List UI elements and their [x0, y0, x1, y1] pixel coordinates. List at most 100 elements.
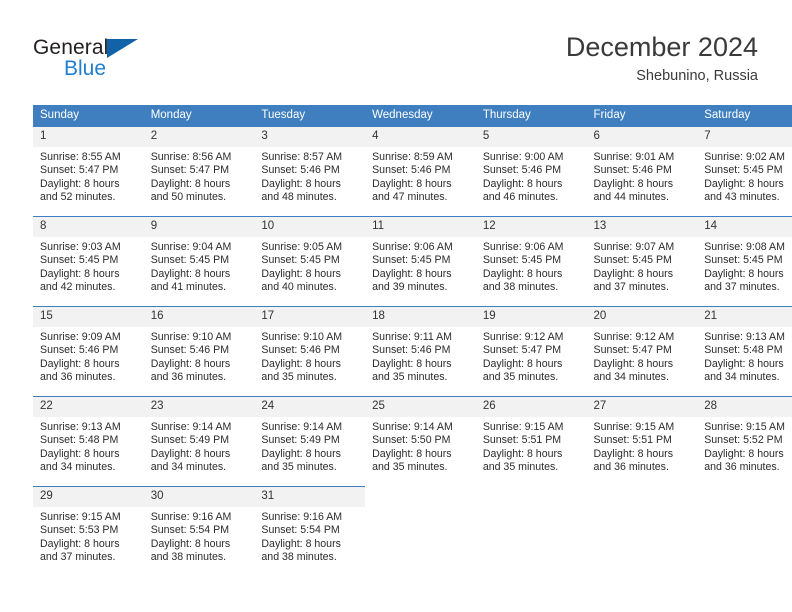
daylight-duration-line1: Daylight: 8 hours	[482, 267, 563, 280]
sunset-time: Sunset: 5:54 PM	[150, 524, 230, 537]
calendar-day-cell-empty	[697, 486, 792, 567]
calendar-day-cell[interactable]: 31 Sunrise: 9:16 AM Sunset: 5:54 PM Dayligh…	[254, 486, 366, 567]
daylight-duration-line2: and 37 minutes.	[593, 280, 669, 293]
calendar-week-row: 22 Sunrise: 9:13 AM Sunset: 5:48 PM Dayligh…	[33, 396, 792, 477]
sunrise-time: Sunrise: 9:15 AM	[482, 421, 564, 433]
calendar-day-cell[interactable]: 11 Sunrise: 9:06 AM Sunset: 5:45 PM Dayligh…	[365, 216, 476, 297]
sunrise-time: Sunrise: 8:55 AM	[40, 151, 121, 163]
calendar-day-cell[interactable]: 28 Sunrise: 9:15 AM Sunset: 5:52 PM Dayligh…	[697, 396, 792, 477]
calendar-day-cell[interactable]: 26 Sunrise: 9:15 AM Sunset: 5:51 PM Dayligh…	[475, 396, 587, 477]
calendar-day-cell[interactable]: 12 Sunrise: 9:06 AM Sunset: 5:45 PM Dayligh…	[475, 216, 587, 297]
day-number: 14	[697, 217, 792, 237]
calendar-day-cell[interactable]: 17 Sunrise: 9:10 AM Sunset: 5:46 PM Dayligh…	[254, 306, 366, 387]
day-details: Sunrise: 9:16 AM Sunset: 5:54 PM Daylight:…	[254, 507, 365, 564]
weekday-header-friday: Friday	[586, 105, 698, 127]
daylight-duration-line2: and 50 minutes.	[150, 190, 227, 203]
calendar-day-cell[interactable]: 7 Sunrise: 9:02 AM Sunset: 5:45 PM Daylight…	[697, 126, 792, 207]
daylight-duration-line1: Daylight: 8 hours	[372, 447, 452, 460]
page-header: General Blue December 2024 Shebunino, Ru…	[0, 0, 792, 100]
calendar-day-cell[interactable]: 6 Sunrise: 9:01 AM Sunset: 5:46 PM Daylight…	[586, 126, 698, 207]
calendar-day-cell[interactable]: 21 Sunrise: 9:13 AM Sunset: 5:48 PM Dayligh…	[697, 306, 792, 387]
day-details: Sunrise: 8:55 AM Sunset: 5:47 PM Daylight:…	[33, 147, 144, 204]
day-details: Sunrise: 9:16 AM Sunset: 5:54 PM Daylight:…	[144, 507, 255, 564]
daylight-duration-line2: and 40 minutes.	[261, 280, 337, 293]
sunrise-time: Sunrise: 8:57 AM	[261, 151, 343, 163]
calendar-day-cell[interactable]: 20 Sunrise: 9:12 AM Sunset: 5:47 PM Dayligh…	[586, 306, 698, 387]
calendar-grid: Sunday Monday Tuesday Wednesday Thursday Frid…	[33, 105, 792, 567]
calendar-day-cell[interactable]: 18 Sunrise: 9:11 AM Sunset: 5:46 PM Dayligh…	[365, 306, 476, 387]
day-details: Sunrise: 9:05 AM Sunset: 5:45 PM Daylight:…	[254, 237, 365, 294]
day-number: 8	[33, 217, 144, 237]
sunset-time: Sunset: 5:47 PM	[593, 344, 672, 357]
calendar-day-cell[interactable]: 10 Sunrise: 9:05 AM Sunset: 5:45 PM Dayligh…	[254, 216, 366, 297]
calendar-day-cell[interactable]: 30 Sunrise: 9:16 AM Sunset: 5:54 PM Dayligh…	[143, 486, 255, 567]
calendar-day-cell-empty	[475, 486, 587, 567]
day-details: Sunrise: 9:10 AM Sunset: 5:46 PM Daylight:…	[254, 327, 365, 384]
daylight-duration-line1: Daylight: 8 hours	[261, 537, 341, 550]
sunset-time: Sunset: 5:54 PM	[261, 524, 340, 537]
weekday-header-wednesday: Wednesday	[365, 105, 476, 127]
calendar-day-cell[interactable]: 19 Sunrise: 9:12 AM Sunset: 5:47 PM Dayligh…	[475, 306, 587, 387]
daylight-duration-line1: Daylight: 8 hours	[482, 357, 563, 370]
sunrise-time: Sunrise: 9:13 AM	[704, 331, 785, 343]
daylight-duration-line2: and 36 minutes.	[704, 460, 780, 473]
day-details: Sunrise: 9:10 AM Sunset: 5:46 PM Daylight:…	[144, 327, 255, 384]
weekday-header-sunday: Sunday	[33, 105, 144, 127]
sunrise-time: Sunrise: 9:14 AM	[261, 421, 343, 433]
day-number: 19	[475, 307, 587, 327]
sunrise-time: Sunrise: 9:04 AM	[150, 241, 232, 253]
calendar-day-cell[interactable]: 4 Sunrise: 8:59 AM Sunset: 5:46 PM Daylight…	[365, 126, 476, 207]
calendar-day-cell[interactable]: 25 Sunrise: 9:14 AM Sunset: 5:50 PM Dayligh…	[365, 396, 476, 477]
calendar-day-cell[interactable]: 2 Sunrise: 8:56 AM Sunset: 5:47 PM Daylight…	[143, 126, 255, 207]
sunrise-time: Sunrise: 8:56 AM	[150, 151, 232, 163]
calendar-day-cell[interactable]: 3 Sunrise: 8:57 AM Sunset: 5:46 PM Daylight…	[254, 126, 366, 207]
calendar-day-cell[interactable]: 29 Sunrise: 9:15 AM Sunset: 5:53 PM Dayligh…	[33, 486, 144, 567]
day-number: 13	[586, 217, 698, 237]
calendar-day-cell[interactable]: 5 Sunrise: 9:00 AM Sunset: 5:46 PM Daylight…	[475, 126, 587, 207]
daylight-duration-line1: Daylight: 8 hours	[704, 357, 784, 370]
week-separator	[33, 207, 792, 217]
day-number: 16	[143, 307, 255, 327]
sunrise-time: Sunrise: 9:14 AM	[150, 421, 232, 433]
sunset-time: Sunset: 5:45 PM	[40, 254, 119, 267]
daylight-duration-line2: and 38 minutes.	[261, 550, 337, 563]
calendar-day-cell[interactable]: 14 Sunrise: 9:08 AM Sunset: 5:45 PM Dayligh…	[697, 216, 792, 297]
day-details: Sunrise: 8:59 AM Sunset: 5:46 PM Daylight:…	[365, 147, 476, 204]
day-number: 18	[365, 307, 476, 327]
sunset-time: Sunset: 5:49 PM	[261, 434, 340, 447]
day-details: Sunrise: 9:07 AM Sunset: 5:45 PM Daylight:…	[587, 237, 698, 294]
sunrise-time: Sunrise: 9:12 AM	[593, 331, 675, 343]
sunset-time: Sunset: 5:49 PM	[150, 434, 230, 447]
day-number	[697, 487, 792, 494]
daylight-duration-line1: Daylight: 8 hours	[261, 177, 341, 190]
calendar-day-cell[interactable]: 23 Sunrise: 9:14 AM Sunset: 5:49 PM Dayligh…	[143, 396, 255, 477]
calendar-day-cell[interactable]: 16 Sunrise: 9:10 AM Sunset: 5:46 PM Dayligh…	[143, 306, 255, 387]
daylight-duration-line2: and 48 minutes.	[261, 190, 337, 203]
week-separator	[33, 387, 792, 397]
week-separator	[33, 477, 792, 487]
sunset-time: Sunset: 5:46 PM	[372, 344, 451, 357]
general-blue-logo[interactable]: General Blue	[33, 36, 213, 86]
calendar-day-cell[interactable]: 24 Sunrise: 9:14 AM Sunset: 5:49 PM Dayligh…	[254, 396, 366, 477]
sunrise-time: Sunrise: 9:11 AM	[372, 331, 452, 343]
day-details: Sunrise: 9:13 AM Sunset: 5:48 PM Daylight:…	[33, 417, 144, 474]
daylight-duration-line2: and 39 minutes.	[372, 280, 448, 293]
calendar-day-cell[interactable]: 22 Sunrise: 9:13 AM Sunset: 5:48 PM Dayligh…	[33, 396, 144, 477]
calendar-day-cell[interactable]: 8 Sunrise: 9:03 AM Sunset: 5:45 PM Daylight…	[33, 216, 144, 297]
day-number: 28	[697, 397, 792, 417]
calendar-day-cell[interactable]: 27 Sunrise: 9:15 AM Sunset: 5:51 PM Dayligh…	[586, 396, 698, 477]
day-details: Sunrise: 8:57 AM Sunset: 5:46 PM Daylight:…	[254, 147, 365, 204]
day-details: Sunrise: 9:13 AM Sunset: 5:48 PM Daylight:…	[697, 327, 792, 384]
day-details: Sunrise: 9:12 AM Sunset: 5:47 PM Daylight:…	[587, 327, 698, 384]
calendar-day-cell[interactable]: 1 Sunrise: 8:55 AM Sunset: 5:47 PM Daylight…	[33, 126, 144, 207]
calendar-day-cell[interactable]: 13 Sunrise: 9:07 AM Sunset: 5:45 PM Dayligh…	[586, 216, 698, 297]
sunrise-time: Sunrise: 9:02 AM	[704, 151, 785, 163]
calendar-day-cell[interactable]: 15 Sunrise: 9:09 AM Sunset: 5:46 PM Dayligh…	[33, 306, 144, 387]
sunrise-time: Sunrise: 9:16 AM	[261, 511, 343, 523]
day-number: 31	[254, 487, 366, 507]
week-separator-cell	[33, 207, 792, 217]
calendar-day-cell[interactable]: 9 Sunrise: 9:04 AM Sunset: 5:45 PM Daylight…	[143, 216, 255, 297]
sunset-time: Sunset: 5:51 PM	[482, 434, 562, 447]
daylight-duration-line2: and 43 minutes.	[704, 190, 780, 203]
daylight-duration-line1: Daylight: 8 hours	[40, 177, 120, 190]
